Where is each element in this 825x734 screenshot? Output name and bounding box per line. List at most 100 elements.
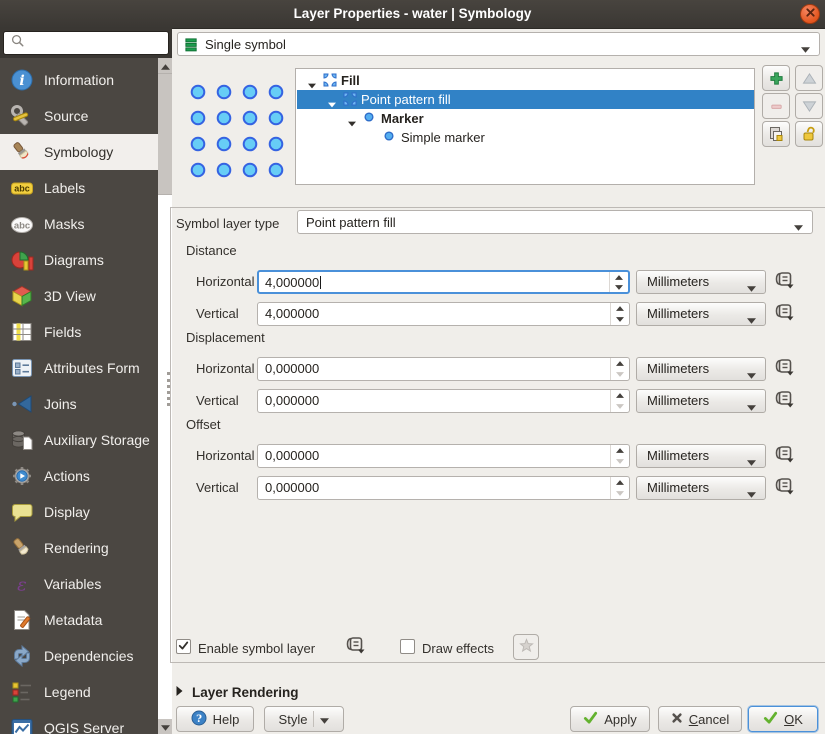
offset-horizontal-input[interactable]: 0,000000 — [257, 444, 630, 468]
apply-check-icon — [583, 710, 598, 728]
ok-button-label: OK — [784, 712, 803, 727]
spin-up-button[interactable] — [611, 445, 629, 456]
spin-down-button[interactable] — [611, 456, 629, 467]
help-icon: ? — [191, 710, 207, 729]
offset-vertical-override-button[interactable] — [770, 477, 798, 499]
spin-up-button[interactable] — [611, 477, 629, 488]
offset-vertical-input[interactable]: 0,000000 — [257, 476, 630, 500]
effects-options-button[interactable] — [513, 634, 539, 660]
data-defined-override-icon — [774, 303, 794, 326]
distance-section-label: Distance — [186, 243, 237, 258]
style-button[interactable]: Style — [264, 706, 344, 732]
chevron-down-icon — [747, 312, 756, 327]
data-defined-override-icon — [345, 636, 365, 659]
distance-horizontal-unit-value: Millimeters — [647, 271, 709, 293]
distance-horizontal-unit-select[interactable]: Millimeters — [636, 270, 766, 294]
displacement-vertical-unit-select[interactable]: Millimeters — [636, 389, 766, 413]
draw-effects-checkbox[interactable] — [400, 639, 415, 654]
displacement-horizontal-input[interactable]: 0,000000 — [257, 357, 630, 381]
enable-layer-override-button[interactable] — [341, 636, 369, 658]
distance-horizontal-input[interactable]: 4,000000 — [257, 270, 630, 294]
chevron-down-icon — [747, 367, 756, 382]
svg-text:?: ? — [196, 714, 202, 725]
style-button-divider — [313, 711, 314, 727]
enable-symbol-layer-checkbox[interactable] — [176, 639, 191, 654]
layer-rendering-label: Layer Rendering — [192, 685, 299, 700]
layer-properties-dialog: Layer Properties - water | Symbology Sin… — [0, 0, 825, 734]
apply-button[interactable]: Apply — [570, 706, 650, 732]
spin-down-button[interactable] — [610, 282, 628, 292]
displacement-horizontal-value: 0,000000 — [265, 358, 319, 379]
star-icon — [519, 638, 534, 656]
data-defined-override-icon — [774, 271, 794, 294]
distance-vertical-input[interactable]: 4,000000 — [257, 302, 630, 326]
displacement-vertical-spin-buttons — [610, 390, 629, 412]
distance-horizontal-label: Horizontal — [196, 270, 255, 294]
displacement-vertical-label: Vertical — [196, 389, 239, 413]
distance-vertical-override-button[interactable] — [770, 303, 798, 325]
spin-up-button[interactable] — [611, 390, 629, 401]
style-dropdown-arrow-icon — [320, 712, 329, 727]
distance-vertical-label: Vertical — [196, 302, 239, 326]
chevron-down-icon — [747, 280, 756, 295]
displacement-horizontal-unit-value: Millimeters — [647, 358, 709, 380]
offset-vertical-spin-buttons — [610, 477, 629, 499]
spin-down-button[interactable] — [611, 314, 629, 325]
cancel-button[interactable]: Cancel — [658, 706, 742, 732]
offset-vertical-value: 0,000000 — [265, 477, 319, 498]
offset-horizontal-value: 0,000000 — [265, 445, 319, 466]
chevron-down-icon — [747, 399, 756, 414]
chevron-down-icon — [747, 486, 756, 501]
apply-button-label: Apply — [604, 712, 637, 727]
spin-up-button[interactable] — [611, 303, 629, 314]
layer-rendering-header[interactable]: Layer Rendering — [176, 682, 426, 702]
displacement-section-label: Displacement — [186, 330, 265, 345]
offset-horizontal-unit-select[interactable]: Millimeters — [636, 444, 766, 468]
data-defined-override-icon — [774, 445, 794, 468]
offset-section-label: Offset — [186, 417, 220, 432]
distance-horizontal-spin-buttons — [609, 272, 628, 292]
displacement-horizontal-override-button[interactable] — [770, 358, 798, 380]
offset-horizontal-label: Horizontal — [196, 444, 255, 468]
data-defined-override-icon — [774, 390, 794, 413]
data-defined-override-icon — [774, 358, 794, 381]
offset-vertical-unit-select[interactable]: Millimeters — [636, 476, 766, 500]
data-defined-override-icon — [774, 477, 794, 500]
spin-down-button[interactable] — [611, 401, 629, 412]
enable-symbol-layer-label: Enable symbol layer — [198, 641, 315, 656]
offset-horizontal-unit-value: Millimeters — [647, 445, 709, 467]
displacement-vertical-value: 0,000000 — [265, 390, 319, 411]
displacement-vertical-input[interactable]: 0,000000 — [257, 389, 630, 413]
cancel-button-label: Cancel — [689, 712, 729, 727]
distance-vertical-unit-value: Millimeters — [647, 303, 709, 325]
distance-vertical-value: 4,000000 — [265, 303, 319, 324]
distance-horizontal-override-button[interactable] — [770, 271, 798, 293]
style-button-label: Style — [279, 712, 308, 727]
ok-button[interactable]: OK — [748, 706, 818, 732]
spin-down-button[interactable] — [611, 488, 629, 499]
displacement-horizontal-label: Horizontal — [196, 357, 255, 381]
spin-up-button[interactable] — [610, 272, 628, 282]
displacement-vertical-override-button[interactable] — [770, 390, 798, 412]
ok-check-icon — [763, 710, 778, 728]
distance-vertical-unit-select[interactable]: Millimeters — [636, 302, 766, 326]
draw-effects-label: Draw effects — [422, 641, 494, 656]
expand-right-icon — [176, 683, 183, 701]
offset-horizontal-spin-buttons — [610, 445, 629, 467]
settings-fields: Distance Horizontal 4,000000 Millimeters Ver… — [0, 0, 825, 734]
help-button-label: Help — [213, 712, 240, 727]
cancel-x-icon — [671, 712, 683, 727]
offset-vertical-label: Vertical — [196, 476, 239, 500]
distance-vertical-spin-buttons — [610, 303, 629, 325]
spin-up-button[interactable] — [611, 358, 629, 369]
displacement-horizontal-unit-select[interactable]: Millimeters — [636, 357, 766, 381]
chevron-down-icon — [747, 454, 756, 469]
displacement-horizontal-spin-buttons — [610, 358, 629, 380]
spin-down-button[interactable] — [611, 369, 629, 380]
checkmark-icon — [178, 638, 189, 656]
offset-vertical-unit-value: Millimeters — [647, 477, 709, 499]
displacement-vertical-unit-value: Millimeters — [647, 390, 709, 412]
help-button[interactable]: ? Help — [176, 706, 254, 732]
offset-horizontal-override-button[interactable] — [770, 445, 798, 467]
distance-horizontal-value: 4,000000 — [265, 272, 321, 293]
